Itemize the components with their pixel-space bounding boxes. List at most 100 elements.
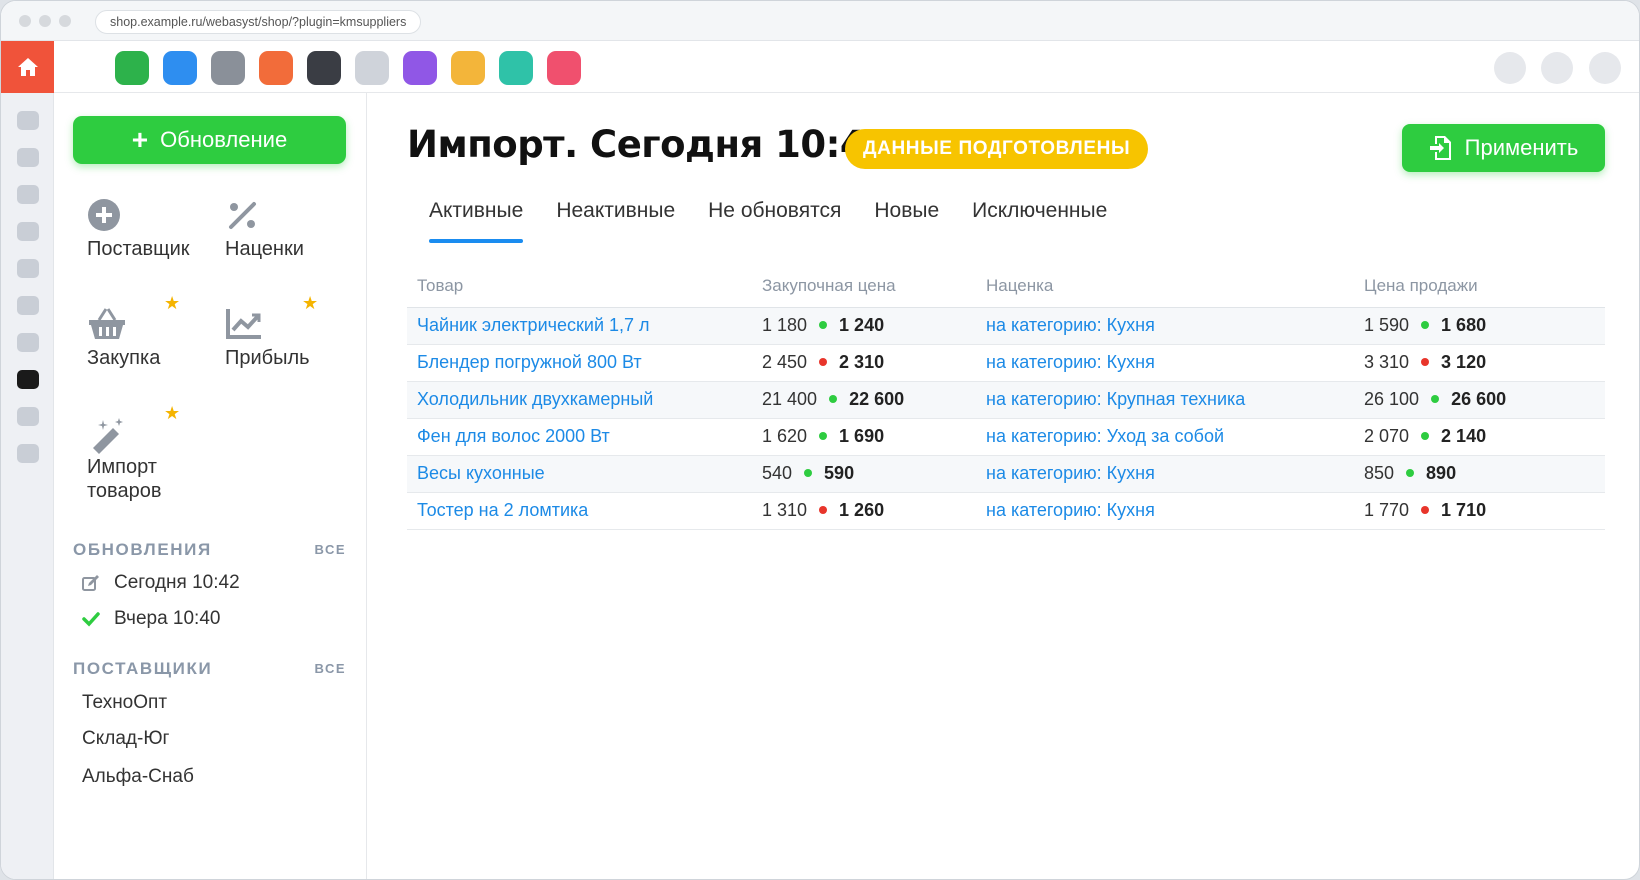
app-icon[interactable] — [547, 51, 581, 85]
supplier-item[interactable]: ТехноОпт — [82, 692, 167, 714]
app-icon[interactable] — [499, 51, 533, 85]
apply-button[interactable]: Применить — [1402, 124, 1605, 172]
tool-supplier[interactable]: Поставщик — [87, 197, 237, 261]
trend-dot — [819, 432, 828, 441]
star-icon[interactable]: ★ — [302, 293, 318, 314]
column-header[interactable]: Закупочная цена — [752, 266, 976, 308]
app-icon[interactable] — [115, 51, 149, 85]
table-row[interactable]: Чайник электрический 1,7 л 1 180 1 240 на к… — [407, 307, 1605, 345]
tool-markups[interactable]: Наценки — [225, 197, 375, 261]
table-row[interactable]: Весы кухонные 540 590 на категорию: Кухня 85… — [407, 455, 1605, 493]
app-icon[interactable] — [163, 51, 197, 85]
app-icon[interactable] — [259, 51, 293, 85]
trend-dot — [829, 395, 838, 404]
home-button[interactable] — [1, 41, 54, 93]
rail-item[interactable] — [17, 111, 39, 130]
markup-cell: на категорию: Крупная техника — [976, 381, 1354, 419]
update-button[interactable]: + Обновление — [73, 116, 346, 164]
product-link[interactable]: Холодильник двухкамерный — [417, 389, 653, 409]
update-item[interactable]: Сегодня 10:42 — [82, 572, 240, 594]
markup-link[interactable]: на категорию: Крупная техника — [986, 389, 1245, 409]
window-dot[interactable] — [59, 15, 71, 27]
new-sell-price: 26 600 — [1451, 389, 1507, 409]
sell-price-cell: 850 890 — [1354, 455, 1605, 493]
trend-dot — [1406, 469, 1415, 478]
markup-cell: на категорию: Кухня — [976, 455, 1354, 493]
address-bar[interactable]: shop.example.ru/webasyst/shop/?plugin=km… — [95, 10, 422, 34]
app-icon[interactable] — [211, 51, 245, 85]
tab-not-updated[interactable]: Не обновятся — [708, 197, 841, 245]
sell-price-cell: 1 770 1 710 — [1354, 492, 1605, 530]
updates-all-link[interactable]: ВСЕ — [315, 542, 346, 557]
window-dot[interactable] — [19, 15, 31, 27]
app-icon[interactable] — [355, 51, 389, 85]
magic-wand-icon — [93, 418, 123, 454]
supplier-item[interactable]: Склад-Юг — [82, 728, 169, 750]
rail-item[interactable] — [17, 259, 39, 278]
old-buy-price: 540 — [762, 463, 793, 483]
star-icon[interactable]: ★ — [164, 293, 180, 314]
avatar[interactable] — [1589, 52, 1621, 84]
markup-link[interactable]: на категорию: Кухня — [986, 315, 1155, 335]
buy-price-cell: 21 400 22 600 — [752, 381, 976, 419]
table-row[interactable]: Фен для волос 2000 Вт 1 620 1 690 на катего… — [407, 418, 1605, 456]
markup-link[interactable]: на категорию: Кухня — [986, 500, 1155, 520]
old-sell-price: 850 — [1364, 463, 1395, 483]
supplier-item[interactable]: Альфа-Снаб — [82, 766, 194, 788]
old-sell-price: 2 070 — [1364, 426, 1410, 446]
rail-item-active[interactable] — [17, 370, 39, 389]
column-header[interactable]: Наценка — [976, 266, 1354, 308]
rail-item[interactable] — [17, 296, 39, 315]
trend-dot — [1421, 321, 1430, 330]
product-cell: Тостер на 2 ломтика — [407, 492, 752, 530]
product-link[interactable]: Фен для волос 2000 Вт — [417, 426, 610, 446]
update-item[interactable]: Вчера 10:40 — [82, 608, 220, 630]
window-dot[interactable] — [39, 15, 51, 27]
star-icon[interactable]: ★ — [164, 403, 180, 424]
tool-purchase[interactable]: Закупка — [87, 306, 237, 370]
product-link[interactable]: Блендер погружной 800 Вт — [417, 352, 642, 372]
rail-item[interactable] — [17, 185, 39, 204]
product-link[interactable]: Тостер на 2 ломтика — [417, 500, 588, 520]
app-icon[interactable] — [403, 51, 437, 85]
new-sell-price: 2 140 — [1441, 426, 1487, 446]
product-link[interactable]: Чайник электрический 1,7 л — [417, 315, 650, 335]
rail-item[interactable] — [17, 222, 39, 241]
notifications-button[interactable] — [1494, 52, 1526, 84]
table-header: Товар Закупочная цена Наценка Цена прода… — [407, 266, 1605, 308]
tab-new[interactable]: Новые — [874, 197, 939, 245]
suppliers-all-link[interactable]: ВСЕ — [315, 661, 346, 676]
markup-cell: на категорию: Уход за собой — [976, 418, 1354, 456]
app-icon[interactable] — [451, 51, 485, 85]
app-icon[interactable] — [307, 51, 341, 85]
rail-item[interactable] — [17, 148, 39, 167]
tab-excluded[interactable]: Исключенные — [972, 197, 1107, 245]
product-link[interactable]: Весы кухонные — [417, 463, 545, 483]
tool-label: Закупка — [87, 347, 161, 369]
table-row[interactable]: Тостер на 2 ломтика 1 310 1 260 на категори… — [407, 492, 1605, 530]
table-row[interactable]: Блендер погружной 800 Вт 2 450 2 310 на кат… — [407, 344, 1605, 382]
markup-link[interactable]: на категорию: Уход за собой — [986, 426, 1224, 446]
tool-profit[interactable]: Прибыль — [225, 306, 375, 370]
app-bar — [1, 41, 1639, 93]
rail-item[interactable] — [17, 444, 39, 463]
chart-up-icon — [226, 309, 261, 339]
old-buy-price: 1 180 — [762, 315, 808, 335]
markup-link[interactable]: на категорию: Кухня — [986, 352, 1155, 372]
settings-button[interactable] — [1541, 52, 1573, 84]
browser-window: shop.example.ru/webasyst/shop/?plugin=km… — [0, 0, 1640, 880]
home-icon — [17, 58, 38, 76]
markup-link[interactable]: на категорию: Кухня — [986, 463, 1155, 483]
tab-inactive[interactable]: Неактивные — [556, 197, 675, 245]
tool-import[interactable]: Импорт товаров — [87, 415, 207, 503]
rail-item[interactable] — [17, 333, 39, 352]
check-icon — [82, 612, 100, 627]
rail-item[interactable] — [17, 407, 39, 426]
column-header[interactable]: Товар — [407, 266, 752, 308]
new-sell-price: 1 680 — [1441, 315, 1487, 335]
main-content: Импорт. Сегодня 10:42 ДАННЫЕ ПОДГОТОВЛЕН… — [367, 93, 1639, 879]
column-header[interactable]: Цена продажи — [1354, 266, 1605, 308]
old-sell-price: 1 770 — [1364, 500, 1410, 520]
table-row[interactable]: Холодильник двухкамерный 21 400 22 600 на к… — [407, 381, 1605, 419]
tab-active[interactable]: Активные — [429, 197, 524, 245]
